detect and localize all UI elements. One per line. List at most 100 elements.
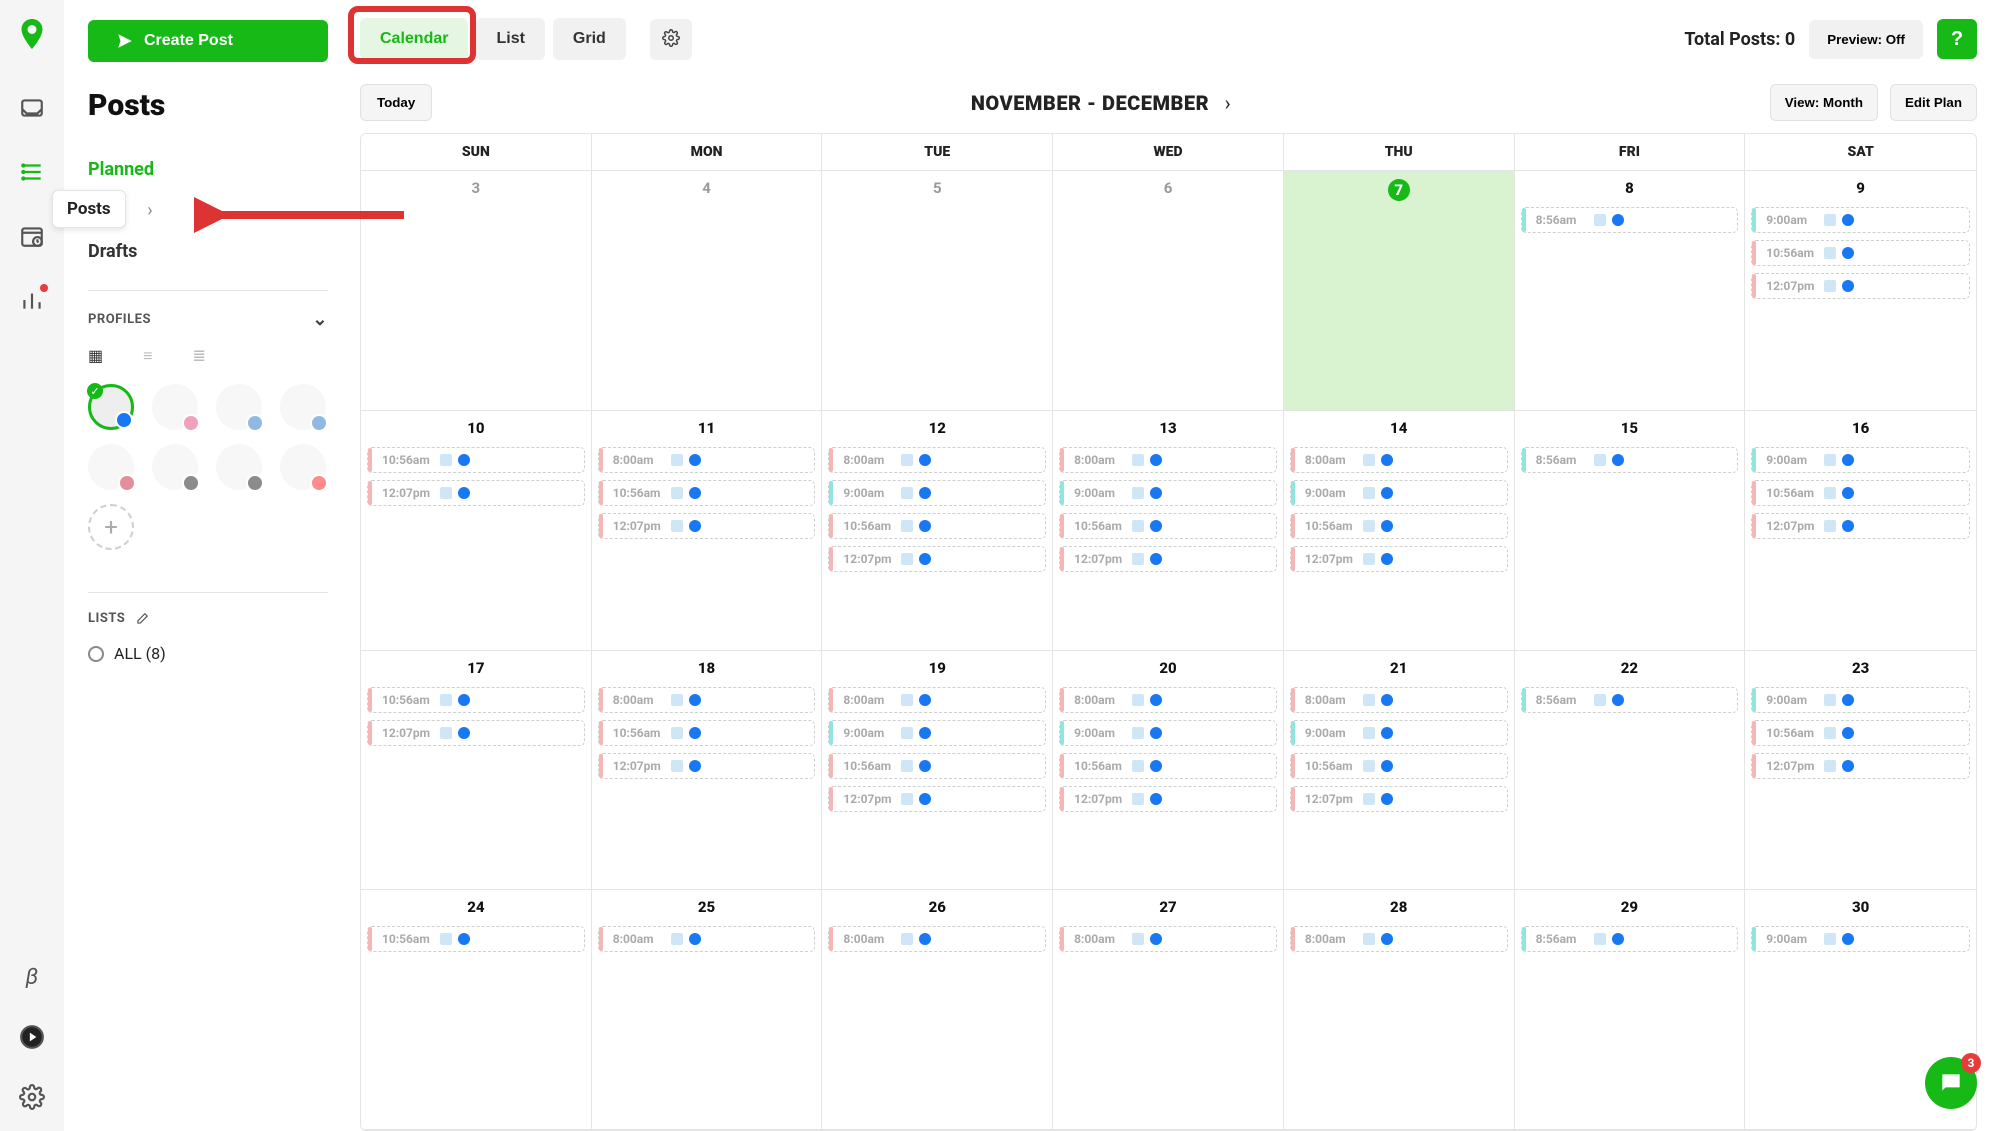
calendar-cell[interactable]: 3: [361, 171, 592, 411]
post-slot[interactable]: 9:00am: [1751, 447, 1970, 473]
calendar-cell[interactable]: 138:00am9:00am10:56am12:07pm: [1053, 411, 1284, 651]
post-slot[interactable]: 10:56am: [598, 720, 816, 746]
calendar-cell[interactable]: 298:56am: [1515, 890, 1746, 1130]
post-slot[interactable]: 10:56am: [1751, 480, 1970, 506]
post-slot[interactable]: 10:56am: [1059, 753, 1277, 779]
calendar-cell[interactable]: 5: [822, 171, 1053, 411]
calendar-cell[interactable]: 278:00am: [1053, 890, 1284, 1130]
profile-avatar[interactable]: [152, 384, 198, 430]
preview-toggle[interactable]: Preview: Off: [1809, 20, 1923, 59]
post-slot[interactable]: 12:07pm: [367, 480, 585, 506]
calendar-cell[interactable]: 2410:56am: [361, 890, 592, 1130]
post-slot[interactable]: 8:00am: [1290, 926, 1508, 952]
create-post-button[interactable]: Create Post: [88, 20, 328, 62]
post-slot[interactable]: 8:00am: [1059, 926, 1277, 952]
post-slot[interactable]: 10:56am: [1751, 240, 1970, 266]
schedule-icon[interactable]: [18, 222, 46, 250]
post-slot[interactable]: 10:56am: [1290, 753, 1508, 779]
post-slot[interactable]: 12:07pm: [598, 513, 816, 539]
post-slot[interactable]: 12:07pm: [1290, 546, 1508, 572]
post-slot[interactable]: 8:00am: [828, 447, 1046, 473]
post-slot[interactable]: 12:07pm: [1751, 273, 1970, 299]
calendar-cell[interactable]: 7: [1284, 171, 1515, 411]
post-slot[interactable]: 9:00am: [1059, 720, 1277, 746]
view-settings-button[interactable]: [650, 19, 692, 60]
post-slot[interactable]: 12:07pm: [1059, 546, 1277, 572]
post-slot[interactable]: 8:00am: [1059, 687, 1277, 713]
post-slot[interactable]: 9:00am: [1059, 480, 1277, 506]
post-slot[interactable]: 8:00am: [598, 926, 816, 952]
play-icon[interactable]: [18, 1023, 46, 1051]
calendar-cell[interactable]: 198:00am9:00am10:56am12:07pm: [822, 651, 1053, 891]
post-slot[interactable]: 9:00am: [1751, 926, 1970, 952]
profile-avatar[interactable]: [88, 444, 134, 490]
calendar-cell[interactable]: 228:56am: [1515, 651, 1746, 891]
profile-avatar[interactable]: [152, 444, 198, 490]
calendar-cell[interactable]: 158:56am: [1515, 411, 1746, 651]
settings-icon[interactable]: [18, 1083, 46, 1111]
post-slot[interactable]: 8:56am: [1521, 447, 1739, 473]
post-slot[interactable]: 10:56am: [1290, 513, 1508, 539]
tab-calendar[interactable]: Calendar: [360, 18, 468, 60]
post-slot[interactable]: 12:07pm: [1751, 513, 1970, 539]
post-slot[interactable]: 9:00am: [1751, 687, 1970, 713]
add-profile-button[interactable]: +: [88, 504, 134, 550]
post-slot[interactable]: 8:00am: [828, 687, 1046, 713]
today-button[interactable]: Today: [360, 84, 432, 121]
calendar-cell[interactable]: 148:00am9:00am10:56am12:07pm: [1284, 411, 1515, 651]
calendar-cell[interactable]: 258:00am: [592, 890, 823, 1130]
posts-icon[interactable]: [18, 158, 46, 186]
calendar-cell[interactable]: 99:00am10:56am12:07pm: [1745, 171, 1976, 411]
calendar-cell[interactable]: 268:00am: [822, 890, 1053, 1130]
post-slot[interactable]: 12:07pm: [828, 786, 1046, 812]
calendar-cell[interactable]: 128:00am9:00am10:56am12:07pm: [822, 411, 1053, 651]
post-slot[interactable]: 8:00am: [1290, 447, 1508, 473]
help-button[interactable]: ?: [1937, 19, 1977, 59]
calendar-cell[interactable]: 188:00am10:56am12:07pm: [592, 651, 823, 891]
post-slot[interactable]: 12:07pm: [1290, 786, 1508, 812]
post-slot[interactable]: 10:56am: [367, 926, 585, 952]
profile-avatar[interactable]: [216, 384, 262, 430]
pencil-icon[interactable]: [135, 612, 149, 626]
post-slot[interactable]: 8:56am: [1521, 687, 1739, 713]
calendar-cell[interactable]: 239:00am10:56am12:07pm: [1745, 651, 1976, 891]
profile-list-icon[interactable]: ≡: [143, 346, 152, 366]
post-slot[interactable]: 10:56am: [1059, 513, 1277, 539]
chevron-right-icon[interactable]: ›: [1219, 91, 1231, 115]
post-slot[interactable]: 10:56am: [1751, 720, 1970, 746]
profile-grid-icon[interactable]: ▦: [88, 346, 103, 366]
post-slot[interactable]: 9:00am: [828, 720, 1046, 746]
calendar-cell[interactable]: 169:00am10:56am12:07pm: [1745, 411, 1976, 651]
post-slot[interactable]: 10:56am: [598, 480, 816, 506]
list-all-radio[interactable]: ALL (8): [88, 644, 328, 663]
nav-drafts[interactable]: Drafts: [88, 231, 328, 272]
tab-grid[interactable]: Grid: [553, 18, 626, 60]
post-slot[interactable]: 8:00am: [1290, 687, 1508, 713]
post-slot[interactable]: 8:00am: [1059, 447, 1277, 473]
calendar-cell[interactable]: 4: [592, 171, 823, 411]
post-slot[interactable]: 12:07pm: [1059, 786, 1277, 812]
post-slot[interactable]: 10:56am: [828, 513, 1046, 539]
tab-list[interactable]: List: [476, 18, 544, 60]
chat-fab[interactable]: 3: [1925, 1057, 1977, 1109]
post-slot[interactable]: 12:07pm: [828, 546, 1046, 572]
calendar-cell[interactable]: 218:00am9:00am10:56am12:07pm: [1284, 651, 1515, 891]
post-slot[interactable]: 12:07pm: [367, 720, 585, 746]
post-slot[interactable]: 10:56am: [367, 687, 585, 713]
calendar-cell[interactable]: 1710:56am12:07pm: [361, 651, 592, 891]
calendar-cell[interactable]: 288:00am: [1284, 890, 1515, 1130]
profile-sort-icon[interactable]: ≣: [192, 346, 205, 366]
calendar-cell[interactable]: 118:00am10:56am12:07pm: [592, 411, 823, 651]
calendar-cell[interactable]: 208:00am9:00am10:56am12:07pm: [1053, 651, 1284, 891]
post-slot[interactable]: 9:00am: [1751, 207, 1970, 233]
analytics-icon[interactable]: [18, 286, 46, 314]
post-slot[interactable]: 12:07pm: [1751, 753, 1970, 779]
post-slot[interactable]: 10:56am: [367, 447, 585, 473]
post-slot[interactable]: 8:00am: [598, 687, 816, 713]
post-slot[interactable]: 8:56am: [1521, 207, 1739, 233]
profile-avatar[interactable]: [280, 444, 326, 490]
post-slot[interactable]: 8:56am: [1521, 926, 1739, 952]
profile-avatar[interactable]: [88, 384, 134, 430]
profile-avatar[interactable]: [280, 384, 326, 430]
post-slot[interactable]: 9:00am: [1290, 480, 1508, 506]
